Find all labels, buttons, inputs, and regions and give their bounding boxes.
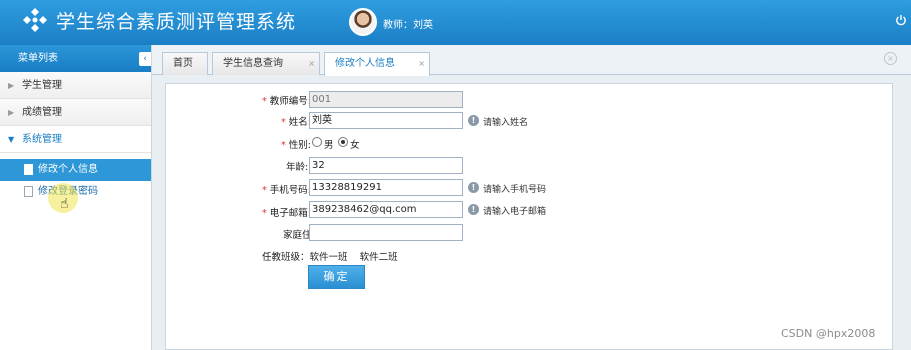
name-field[interactable]: 刘英 <box>309 112 463 129</box>
gender-female-label: 女 <box>350 140 360 151</box>
hand-cursor-icon: ☝ <box>60 196 69 212</box>
sidebar-group-label: 系统管理 <box>22 134 62 145</box>
power-icon[interactable] <box>895 14 907 26</box>
submit-button[interactable]: 确定 <box>308 265 365 289</box>
required-mark: * <box>262 185 270 196</box>
tab-bar: 首页 学生信息查询 × 修改个人信息 × × <box>152 45 911 76</box>
sidebar-group-system[interactable]: ▼ 系统管理 <box>0 126 151 153</box>
email-hint: 请输入电子邮箱 <box>483 207 547 217</box>
sidebar-group-grades[interactable]: ▶ 成绩管理 <box>0 99 151 126</box>
required-mark: * <box>262 208 270 219</box>
watermark: CSDN @hpx2008 <box>781 327 876 340</box>
required-mark: * <box>262 96 270 107</box>
email-row: * 电子邮箱: <box>262 205 311 219</box>
field-label: 电子邮箱: <box>269 208 311 219</box>
sidebar-header: 菜单列表 ‹ <box>0 45 151 72</box>
gender-female-radio[interactable] <box>338 137 348 147</box>
phone-hint: 请输入手机号码 <box>483 185 547 195</box>
name-row: * 姓名: <box>281 114 311 128</box>
close-all-tabs-icon[interactable]: × <box>884 52 897 65</box>
tab-label: 学生信息查询 <box>223 58 283 69</box>
sidebar-title: 菜单列表 <box>18 53 58 64</box>
sidebar-group-student[interactable]: ▶ 学生管理 <box>0 72 151 99</box>
field-label: 性别: <box>288 140 311 151</box>
info-icon: ! <box>468 204 479 215</box>
gender-male-label: 男 <box>324 140 334 151</box>
app-title: 学生综合素质测评管理系统 <box>56 11 297 33</box>
sidebar-group-label: 成绩管理 <box>22 107 62 118</box>
teacher-id-field: 001 <box>309 91 463 108</box>
user-label: 教师：刘英 <box>383 20 433 31</box>
field-label: 任教班级： <box>262 252 310 263</box>
classes-row: 任教班级：软件一班 软件二班 <box>262 249 398 263</box>
required-mark: * <box>281 140 289 151</box>
gender-male-radio[interactable] <box>312 137 322 147</box>
age-label: 年龄: <box>286 162 309 173</box>
required-mark: * <box>281 117 289 128</box>
teacher-id-row: * 教师编号: <box>262 93 311 107</box>
document-icon <box>24 186 33 197</box>
field-label: 手机号码: <box>269 185 311 196</box>
sidebar-group-label: 学生管理 <box>22 80 62 91</box>
document-icon <box>24 164 33 175</box>
tab-home[interactable]: 首页 <box>162 52 208 75</box>
email-field[interactable]: 389238462@qq.com <box>309 201 463 218</box>
chevron-right-icon: ▶ <box>8 81 15 90</box>
phone-field[interactable]: 13328819291 <box>309 179 463 196</box>
collapse-sidebar-button[interactable]: ‹ <box>139 52 151 66</box>
tab-label: 首页 <box>173 58 193 69</box>
logo-icon <box>23 8 47 32</box>
close-icon[interactable]: × <box>418 53 425 75</box>
sidebar-item-label: 修改个人信息 <box>38 164 98 175</box>
address-field[interactable] <box>309 224 463 241</box>
chevron-right-icon: ▶ <box>8 108 15 117</box>
gender-row: * 性别: <box>281 137 311 151</box>
close-icon[interactable]: × <box>308 53 315 75</box>
tab-student-query[interactable]: 学生信息查询 × <box>212 52 320 75</box>
classes-value: 软件一班 软件二班 <box>309 252 398 263</box>
app-header: 学生综合素质测评管理系统 教师：刘英 <box>0 0 911 45</box>
profile-form: * 教师编号: 001 * 姓名: 刘英 ! 请输入姓名 * 性别: 男 女 年… <box>165 83 893 350</box>
phone-row: * 手机号码: <box>262 182 311 196</box>
tab-edit-profile[interactable]: 修改个人信息 × <box>324 52 430 76</box>
age-field[interactable]: 32 <box>309 157 463 174</box>
info-icon: ! <box>468 182 479 193</box>
sidebar-item-edit-profile[interactable]: 修改个人信息 <box>0 159 151 181</box>
name-hint: 请输入姓名 <box>483 118 529 128</box>
field-label: 教师编号: <box>269 96 311 107</box>
tab-label: 修改个人信息 <box>335 58 395 69</box>
field-label: 姓名: <box>288 117 311 128</box>
avatar <box>349 8 377 36</box>
info-icon: ! <box>468 115 479 126</box>
chevron-down-icon: ▼ <box>8 135 15 144</box>
